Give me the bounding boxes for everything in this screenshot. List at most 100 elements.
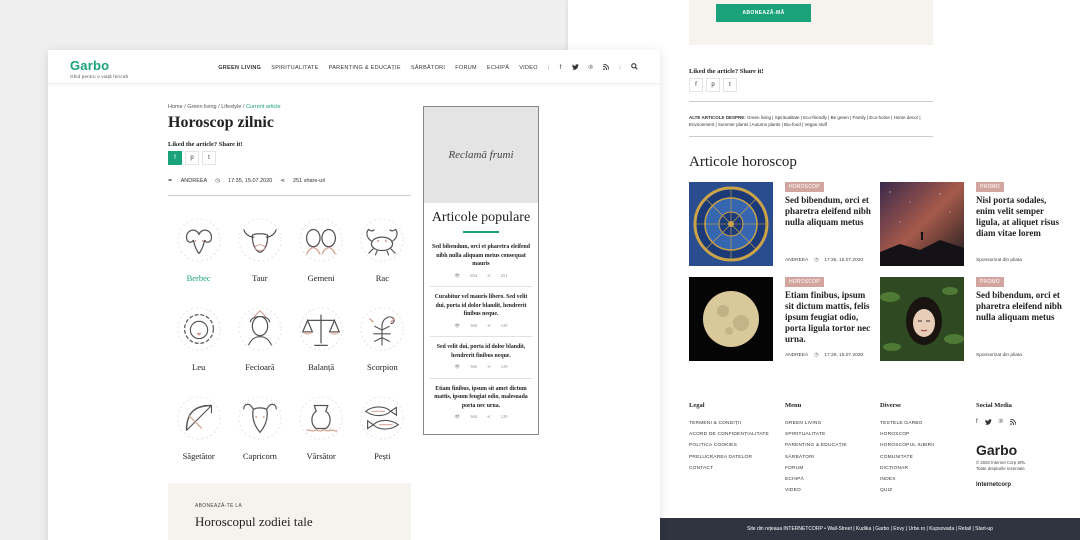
shares-count: 129 [500, 322, 508, 328]
subscribe-kicker: ABONEAZĂ-TE LA [195, 503, 242, 509]
divider [689, 101, 933, 102]
search-icon[interactable] [631, 63, 638, 72]
rss-icon[interactable] [1010, 418, 1017, 427]
menu-divider: | [547, 64, 550, 71]
zodiac-leo[interactable]: Leu [168, 305, 229, 372]
footer-diverse-list: TESTELE GARBO HOROSCOP HOROSCOPUL IUBIRI… [880, 418, 934, 496]
footer-link[interactable]: COMUNITATE [880, 452, 934, 463]
zodiac-libra[interactable]: Balanță [291, 305, 352, 372]
publish-date: 17:35, 15.07.2020 [228, 178, 273, 184]
popular-article-title: Etiam finibus, ipsum sit amet dictum mat… [434, 385, 528, 409]
breadcrumb-lifestyle[interactable]: Lifestyle [221, 104, 241, 110]
ad-banner[interactable]: Reclamă frumi [424, 107, 538, 203]
popular-article[interactable]: Etiam finibus, ipsum sit amet dictum mat… [424, 385, 538, 422]
popular-article[interactable]: Curabitur vel mauris libero. Sed velit d… [424, 293, 538, 330]
clock-icon: ◷ [814, 258, 819, 263]
popular-article[interactable]: Sed velit dui, porta id dolor blandit, h… [424, 343, 538, 372]
footer-link[interactable]: TERMENI & CONDIȚII [689, 418, 769, 429]
share-pinterest-button[interactable]: p [706, 78, 720, 92]
footer-link[interactable]: FORUM [785, 463, 847, 474]
footer-link[interactable]: PRELUCRAREA DATELOR [689, 452, 769, 463]
footer-link[interactable]: PARENTING & EDUCAȚIE [785, 440, 847, 451]
menu-item-spiritualitate[interactable]: SPIRITUALITATE [271, 65, 318, 71]
site-logo[interactable]: Garbo Ghid pentru o viață fericită [70, 58, 128, 79]
pinterest-icon[interactable]: ℗ [999, 419, 1003, 427]
footer-logo[interactable]: Garbo [976, 442, 1017, 458]
footer-link[interactable]: SPIRITUALITATE [785, 429, 847, 440]
main-menu: GREEN LIVING SPIRITUALITATE PARENTING & … [218, 63, 638, 72]
network-links[interactable]: Site din rețeaua INTERNETCORP • Wall-Str… [747, 526, 993, 532]
footer-link[interactable]: ECHIPĂ [785, 474, 847, 485]
zodiac-virgo[interactable]: Fecioară [229, 305, 290, 372]
clock-icon: ◷ [814, 353, 819, 358]
menu-item-parenting[interactable]: PARENTING & EDUCAȚIE [329, 65, 401, 71]
breadcrumb-home[interactable]: Home [168, 104, 183, 110]
footer-link[interactable]: HOROSCOP [880, 429, 934, 440]
footer-link[interactable]: GREEN LIVING [785, 418, 847, 429]
zodiac-capricorn[interactable]: Capricorn [229, 394, 290, 461]
breadcrumb: Home / Green living / Lifestyle / Curren… [168, 104, 281, 110]
share-icon: ⋖ [486, 414, 491, 419]
footer-link[interactable]: QUIZ [880, 485, 934, 496]
share-facebook-button[interactable]: f [689, 78, 703, 92]
article-stats: 👁 360 ⋖ 129 [432, 322, 530, 331]
author-name: ANDREEA [785, 258, 809, 263]
article-stats: 👁 360 ⋖ 129 [432, 363, 530, 372]
zodiac-pisces[interactable]: Pești [352, 394, 413, 461]
footer-link[interactable]: VIDEO [785, 485, 847, 496]
facebook-icon[interactable]: f [976, 419, 978, 427]
footer-link[interactable]: TESTELE GARBO [880, 418, 934, 429]
share-icon: ⋖ [280, 178, 285, 184]
footer-link[interactable]: POLITICA COOKIES [689, 440, 769, 451]
zodiac-scorpio[interactable]: Scorpion [352, 305, 413, 372]
footer-link[interactable]: ACORD DE CONFIDENȚIALITATE [689, 429, 769, 440]
article-card[interactable]: PROMO Nisl porta sodales, enim velit sem… [880, 182, 1060, 266]
menu-item-echipa[interactable]: ECHIPĂ [487, 65, 509, 71]
zodiac-cancer[interactable]: Rac [352, 216, 413, 283]
eye-icon: 👁 [454, 414, 461, 419]
footer-link[interactable]: INDEX [880, 474, 934, 485]
shares-count: 129 [500, 364, 508, 369]
rss-icon[interactable] [603, 63, 610, 72]
rights-line: Toate drepturile rezervate [976, 465, 1025, 471]
popular-article-title: Sed velit dui, porta id dolor blandit, h… [436, 344, 526, 359]
menu-item-green-living[interactable]: GREEN LIVING [218, 65, 261, 71]
sponsor-note: Sponsorizat din pliata [976, 258, 1022, 263]
author-name[interactable]: ANDREEA [181, 178, 208, 184]
breadcrumb-green-living[interactable]: Green living [187, 104, 216, 110]
share-pinterest-button[interactable]: p [185, 151, 199, 165]
ad-text: Reclamă frumi [448, 149, 514, 161]
subscribe-box: ABONEAZĂ-TE LA Horoscopul zodiei tale [168, 483, 411, 540]
footer-link[interactable]: CONTACT [689, 463, 769, 474]
zodiac-aquarius[interactable]: Vărsător [291, 394, 352, 461]
subscribe-button[interactable]: ABONEAZĂ-MĂ [716, 4, 811, 22]
menu-item-video[interactable]: VIDEO [519, 65, 538, 71]
popular-article[interactable]: Sed bibendum, orci et pharetra eleifend … [424, 243, 538, 280]
footer-link[interactable]: HOROSCOPUL IUBIRII [880, 440, 934, 451]
twitter-icon[interactable] [984, 419, 992, 427]
facebook-icon[interactable]: f [560, 65, 562, 71]
share-facebook-button[interactable]: f [168, 151, 182, 165]
footer-legal-list: TERMENI & CONDIȚII ACORD DE CONFIDENȚIAL… [689, 418, 769, 474]
twitter-icon[interactable] [571, 63, 579, 72]
zodiac-taurus[interactable]: Taur [229, 216, 290, 283]
footer-link[interactable]: SĂRBĂTORI [785, 452, 847, 463]
zodiac-gemini[interactable]: Gemeni [291, 216, 352, 283]
zodiac-label: Fecioară [245, 362, 275, 372]
article-card[interactable]: HOROSCOP Etiam finibus, ipsum sit dictum… [689, 277, 870, 361]
menu-item-sarbatori[interactable]: SĂRBĂTORI [411, 65, 445, 71]
share-twitter-button[interactable]: t [723, 78, 737, 92]
article-card[interactable]: HOROSCOP Sed bibendum, orci et pharetra … [689, 182, 871, 266]
footer-link[interactable]: DICȚIONAR [880, 463, 934, 474]
menu-item-forum[interactable]: FORUM [455, 65, 477, 71]
card-title: Sed bibendum, orci et pharetra eleifend … [785, 195, 871, 227]
zodiac-sagittarius[interactable]: Săgetător [168, 394, 229, 461]
card-title: Sed bibendum, orci et pharetra eleifend … [976, 290, 1062, 322]
article-card[interactable]: PROMO Sed bibendum, orci et pharetra ele… [880, 277, 1062, 361]
category-label: PROMO [976, 182, 1004, 192]
logo-name: Garbo [70, 58, 110, 73]
internetcorp-logo[interactable]: Internetcorp [976, 482, 1011, 488]
share-twitter-button[interactable]: t [202, 151, 216, 165]
pinterest-icon[interactable]: ℗ [589, 65, 594, 71]
zodiac-aries[interactable]: Berbec [168, 216, 229, 283]
